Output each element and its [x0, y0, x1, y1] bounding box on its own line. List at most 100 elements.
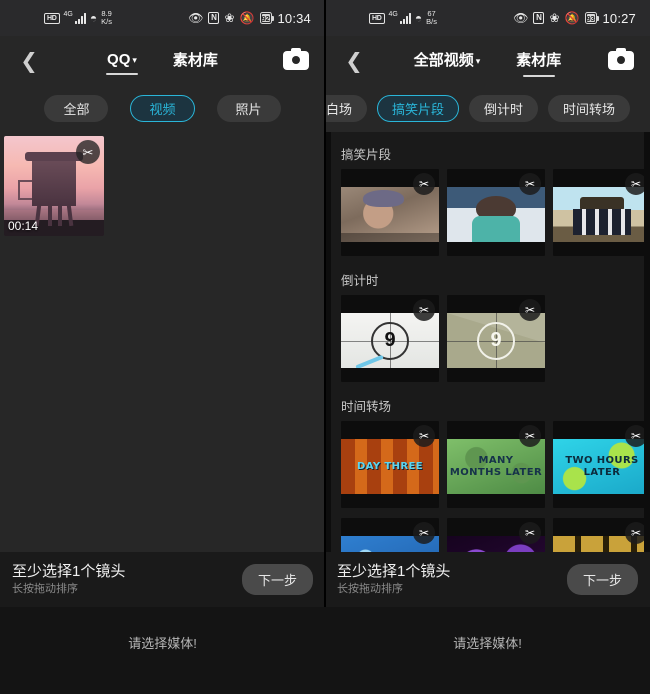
panel-divider	[324, 0, 326, 607]
mute-bell-icon: 🔕	[240, 12, 255, 24]
scissors-icon[interactable]: ✂	[625, 425, 644, 447]
section-funny-clips: 搞笑片段 ✂ ✂ ✂	[331, 140, 644, 266]
eye-icon: 👁	[188, 12, 203, 24]
scissors-icon[interactable]: ✂	[519, 173, 541, 195]
scissors-icon[interactable]: ✂	[413, 173, 435, 195]
camera-icon[interactable]	[283, 51, 309, 72]
material-thumbnail[interactable]: 9 ✂	[447, 295, 545, 382]
tab-qq[interactable]: QQ▾	[107, 51, 137, 71]
scissors-icon[interactable]: ✂	[519, 299, 541, 321]
chip-all[interactable]: 全部	[44, 95, 108, 122]
tab-material-library[interactable]: 素材库	[173, 49, 218, 73]
chevron-down-icon: ▾	[476, 56, 481, 66]
panels-container: HD 4G ◓ 8.9 K/s 👁 N ❀ 🔕 92	[0, 0, 650, 607]
chip-time-transition[interactable]: 时间转场	[548, 95, 630, 122]
bottom-bar-texts-left: 至少选择1个镜头 长按拖动排序	[12, 562, 242, 597]
footer-half-left: 请选择媒体!	[0, 607, 325, 694]
tab-all-videos[interactable]: 全部视频▾	[414, 49, 481, 73]
transition-caption: DAY THREE	[341, 461, 439, 473]
media-thumbnail[interactable]: ✂ 00:14	[4, 136, 104, 236]
thumbnail-row: ✂ ✂ ✂	[331, 169, 644, 266]
clock-right: 10:27	[602, 11, 636, 26]
scissors-icon[interactable]: ✂	[625, 522, 644, 544]
status-right-group-right: 👁 N ❀ 🔕 93 10:27	[513, 11, 636, 26]
scissors-icon[interactable]: ✂	[413, 425, 435, 447]
chip-photo[interactable]: 照片	[217, 95, 281, 122]
material-sections-list[interactable]: 搞笑片段 ✂ ✂ ✂	[331, 132, 644, 566]
signal-bars-icon	[75, 13, 86, 24]
next-step-button[interactable]: 下一步	[242, 564, 313, 595]
section-title: 倒计时	[331, 266, 644, 295]
back-icon[interactable]: ❮	[339, 46, 369, 76]
chip-countdown[interactable]: 倒计时	[469, 95, 538, 122]
network-speed: 67 B/s	[426, 10, 437, 26]
section-title: 搞笑片段	[331, 140, 644, 169]
thumbnail-row: 9 ✂ 9 ✂	[331, 295, 644, 392]
scissors-icon[interactable]: ✂	[413, 299, 435, 321]
scissors-icon[interactable]: ✂	[519, 425, 541, 447]
material-thumbnail[interactable]: TWO HOURS LATER ✂	[553, 421, 644, 508]
tab-material-library-label: 素材库	[516, 52, 561, 69]
panel-left: HD 4G ◓ 8.9 K/s 👁 N ❀ 🔕 92	[0, 0, 325, 607]
nav-tabs-left: QQ▾ 素材库	[0, 49, 325, 73]
network-speed-unit: B/s	[426, 18, 437, 26]
battery-icon: 93	[585, 12, 598, 24]
countdown-number: 9	[371, 322, 409, 360]
tab-material-library[interactable]: 素材库	[516, 49, 561, 73]
bottom-bar-left: 至少选择1个镜头 长按拖动排序 下一步	[0, 552, 325, 607]
material-thumbnail[interactable]: ✂	[447, 169, 545, 256]
chip-black-white-scene[interactable]: 白场	[325, 95, 367, 122]
transition-caption: MANY MONTHS LATER	[447, 455, 545, 479]
scissors-icon[interactable]: ✂	[413, 522, 435, 544]
selection-hint-title: 至少选择1个镜头	[337, 562, 567, 581]
back-icon[interactable]: ❮	[14, 46, 44, 76]
material-thumbnail[interactable]: ✂	[341, 169, 439, 256]
nfc-icon: N	[533, 12, 544, 24]
chip-funny-clips[interactable]: 搞笑片段	[377, 95, 459, 122]
filter-chips-left: 全部 视频 照片	[0, 86, 325, 132]
tab-material-library-label: 素材库	[173, 52, 218, 69]
dual-screenshot-composite: HD 4G ◓ 8.9 K/s 👁 N ❀ 🔕 92	[0, 0, 650, 694]
material-thumbnail[interactable]: ✂	[553, 169, 644, 256]
status-left-group-right: HD 4G ◓ 67 B/s	[369, 10, 437, 26]
battery-icon: 92	[260, 12, 273, 24]
signal-bars-icon	[400, 13, 411, 24]
status-bar-right: HD 4G ◓ 67 B/s 👁 N ❀ 🔕 93	[325, 0, 650, 36]
network-speed: 8.9 K/s	[101, 10, 112, 26]
scissors-icon[interactable]: ✂	[519, 522, 541, 544]
chevron-down-icon: ▾	[132, 55, 137, 65]
battery-percent: 93	[587, 14, 595, 23]
nav-bar-right: ❮ 全部视频▾ 素材库	[325, 36, 650, 86]
material-thumbnail[interactable]: MANY MONTHS LATER ✂	[447, 421, 545, 508]
hd-icon: HD	[44, 13, 60, 24]
filter-chips-right: 白场 搞笑片段 倒计时 时间转场	[325, 86, 650, 132]
section-time-transition: 时间转场 DAY THREE ✂ MANY MONTHS LATER	[331, 392, 644, 518]
status-left-group: HD 4G ◓ 8.9 K/s	[44, 10, 112, 26]
material-thumbnail[interactable]: DAY THREE ✂	[341, 421, 439, 508]
mute-bell-icon: 🔕	[565, 12, 580, 24]
status-bar-left: HD 4G ◓ 8.9 K/s 👁 N ❀ 🔕 92	[0, 0, 325, 36]
thumbnail-row: DAY THREE ✂ MANY MONTHS LATER ✂	[331, 421, 644, 518]
bottom-bar-right: 至少选择1个镜头 长按拖动排序 下一步	[325, 552, 650, 607]
selection-hint-subtitle: 长按拖动排序	[337, 582, 567, 597]
tab-qq-label: QQ	[107, 51, 130, 68]
nav-tabs-right: 全部视频▾ 素材库	[325, 49, 650, 73]
tower-decor	[32, 158, 76, 206]
transition-caption: TWO HOURS LATER	[553, 455, 644, 479]
bluetooth-icon: ❀	[549, 12, 559, 24]
clock-left: 10:34	[277, 11, 311, 26]
next-step-button[interactable]: 下一步	[567, 564, 638, 595]
countdown-number: 9	[477, 322, 515, 360]
scissors-icon[interactable]: ✂	[625, 173, 644, 195]
footer-caption-right: 请选择媒体!	[453, 633, 522, 652]
footer-half-right: 请选择媒体!	[325, 607, 650, 694]
material-thumbnail[interactable]: 9 ✂	[341, 295, 439, 382]
network-type-label: 4G	[389, 11, 398, 18]
bluetooth-icon: ❀	[224, 12, 234, 24]
camera-icon[interactable]	[608, 51, 634, 72]
scissors-icon[interactable]: ✂	[76, 140, 100, 164]
battery-percent: 92	[262, 14, 270, 23]
wifi-icon: ◓	[90, 12, 97, 24]
eye-icon: 👁	[513, 12, 528, 24]
chip-video[interactable]: 视频	[130, 95, 194, 122]
